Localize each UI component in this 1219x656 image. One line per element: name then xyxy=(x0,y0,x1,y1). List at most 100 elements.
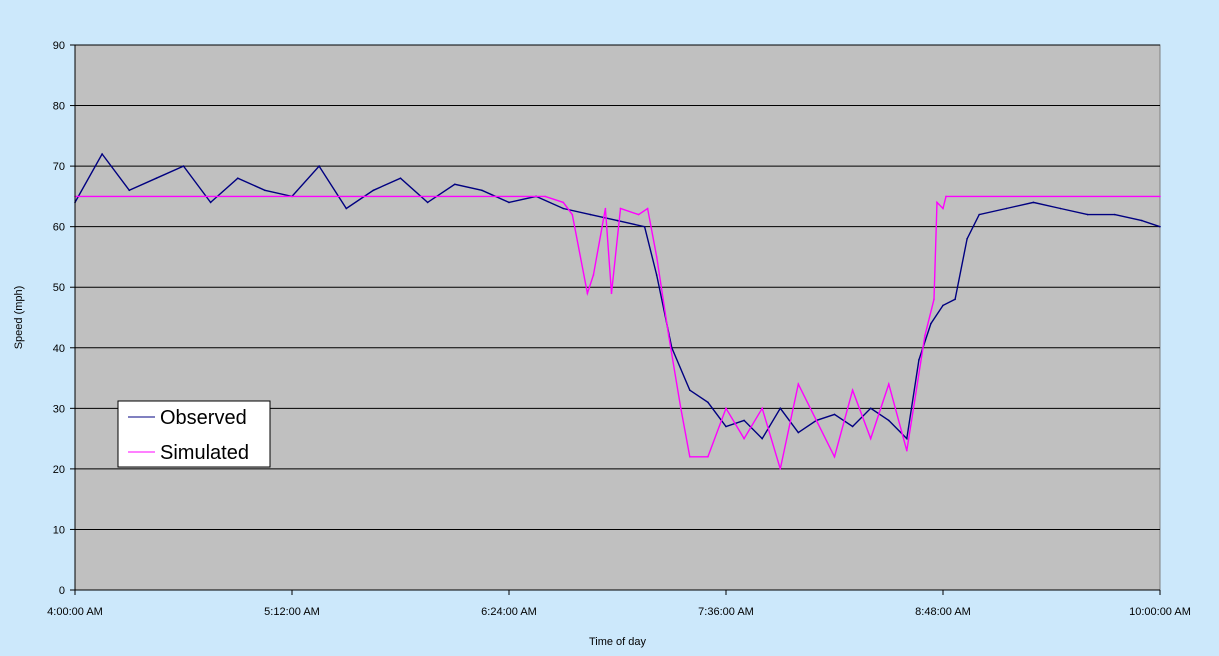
data-point-simulated xyxy=(637,213,640,216)
y-tick-label: 80 xyxy=(53,101,65,113)
data-point-observed xyxy=(643,225,646,228)
data-point-simulated xyxy=(544,195,546,198)
data-point-simulated xyxy=(707,455,709,458)
data-point-simulated xyxy=(689,455,691,458)
data-point-observed xyxy=(372,189,375,192)
data-point-observed xyxy=(743,419,745,422)
data-point-simulated xyxy=(667,334,670,337)
data-point-observed xyxy=(264,189,266,192)
chart: 0 10 20 30 40 50 60 70 80 90 4:00:00 AM 5:12:00 AM… xyxy=(13,40,1191,648)
data-point-observed xyxy=(978,213,980,216)
data-point-simulated xyxy=(942,207,944,210)
data-point-observed xyxy=(155,177,158,180)
data-point-observed xyxy=(887,419,890,422)
data-point-observed xyxy=(966,237,968,240)
x-axis-title: Time of day xyxy=(589,636,647,648)
data-point-simulated xyxy=(743,437,745,440)
data-point-observed xyxy=(101,153,103,155)
data-point-observed xyxy=(616,219,619,222)
x-tick-label: 10:00:00 AM xyxy=(1129,606,1191,618)
y-tick-label: 50 xyxy=(53,282,65,294)
data-point-simulated xyxy=(646,207,649,210)
y-tick-label: 90 xyxy=(53,40,65,52)
data-point-simulated xyxy=(779,468,782,470)
y-tick-label: 60 xyxy=(53,222,65,234)
data-point-observed xyxy=(906,437,908,440)
data-point-simulated xyxy=(571,213,574,216)
data-point-simulated xyxy=(797,383,800,385)
data-point-observed xyxy=(954,298,956,301)
data-point-observed xyxy=(128,189,131,192)
x-tick-label: 7:36:00 AM xyxy=(698,606,754,618)
y-tick-label: 20 xyxy=(53,464,65,476)
data-point-simulated xyxy=(924,334,926,337)
data-point-observed xyxy=(942,304,944,307)
data-point-simulated xyxy=(933,298,935,301)
y-tick-label: 30 xyxy=(53,403,65,415)
data-point-observed xyxy=(797,431,800,434)
data-point-observed xyxy=(508,201,510,204)
x-tick-label: 6:24:00 AM xyxy=(481,606,537,618)
data-point-simulated xyxy=(610,292,613,295)
data-point-simulated xyxy=(945,195,947,198)
data-point-simulated xyxy=(604,207,607,210)
data-point-observed xyxy=(689,389,691,391)
data-point-observed xyxy=(707,401,709,404)
data-point-observed xyxy=(562,207,565,210)
data-point-observed xyxy=(851,425,854,428)
data-point-simulated xyxy=(1159,195,1161,198)
data-point-observed xyxy=(1141,219,1143,222)
data-point-observed xyxy=(1113,213,1116,216)
x-tick-label: 4:00:00 AM xyxy=(47,606,103,618)
data-point-observed xyxy=(918,359,920,361)
y-tick-label: 70 xyxy=(53,161,65,173)
y-tick-label: 10 xyxy=(53,524,65,536)
data-point-observed xyxy=(1159,225,1161,228)
data-point-simulated xyxy=(586,292,589,295)
x-tick-label: 8:48:00 AM xyxy=(915,606,971,618)
data-point-observed xyxy=(399,177,402,180)
data-point-simulated xyxy=(619,207,622,210)
data-point-simulated xyxy=(655,256,658,258)
data-point-observed xyxy=(426,201,429,204)
y-axis-title: Speed (mph) xyxy=(13,286,25,350)
data-point-observed xyxy=(1005,207,1008,210)
data-point-observed xyxy=(655,274,658,276)
data-point-observed xyxy=(481,189,483,192)
legend-label-simulated: Simulated xyxy=(160,442,249,464)
legend: Observed Simulated xyxy=(117,400,271,468)
data-point-observed xyxy=(1086,213,1089,216)
data-point-simulated xyxy=(833,455,836,458)
data-point-observed xyxy=(589,213,592,216)
data-point-simulated xyxy=(906,449,908,452)
data-point-observed xyxy=(209,201,212,204)
data-point-observed xyxy=(1032,201,1035,204)
data-point-simulated xyxy=(679,407,682,410)
data-point-simulated xyxy=(936,201,938,204)
data-point-observed xyxy=(779,407,782,410)
data-point-observed xyxy=(345,207,348,210)
data-point-simulated xyxy=(851,389,854,391)
data-point-observed xyxy=(833,413,836,416)
legend-label-observed: Observed xyxy=(160,407,247,429)
data-point-simulated xyxy=(761,407,763,410)
data-point-observed xyxy=(236,177,239,180)
data-point-simulated xyxy=(725,407,727,410)
data-point-simulated xyxy=(869,437,872,440)
data-point-observed xyxy=(930,322,932,325)
y-tick-label: 0 xyxy=(59,585,65,597)
data-point-simulated xyxy=(887,383,890,385)
x-tick-label: 5:12:00 AM xyxy=(264,606,320,618)
x-axis: 4:00:00 AM 5:12:00 AM 6:24:00 AM 7:36:00 AM… xyxy=(47,589,1191,618)
data-point-observed xyxy=(869,407,872,410)
data-point-simulated xyxy=(562,201,565,204)
data-point-observed xyxy=(1059,207,1062,210)
data-point-observed xyxy=(453,183,456,186)
y-axis: 0 10 20 30 40 50 60 70 80 90 xyxy=(53,40,76,597)
plot-area xyxy=(74,44,1161,591)
data-point-simulated xyxy=(815,419,818,422)
data-point-observed xyxy=(182,165,185,167)
y-tick-label: 40 xyxy=(53,343,65,355)
data-point-simulated xyxy=(592,274,595,276)
data-point-observed xyxy=(761,437,763,440)
